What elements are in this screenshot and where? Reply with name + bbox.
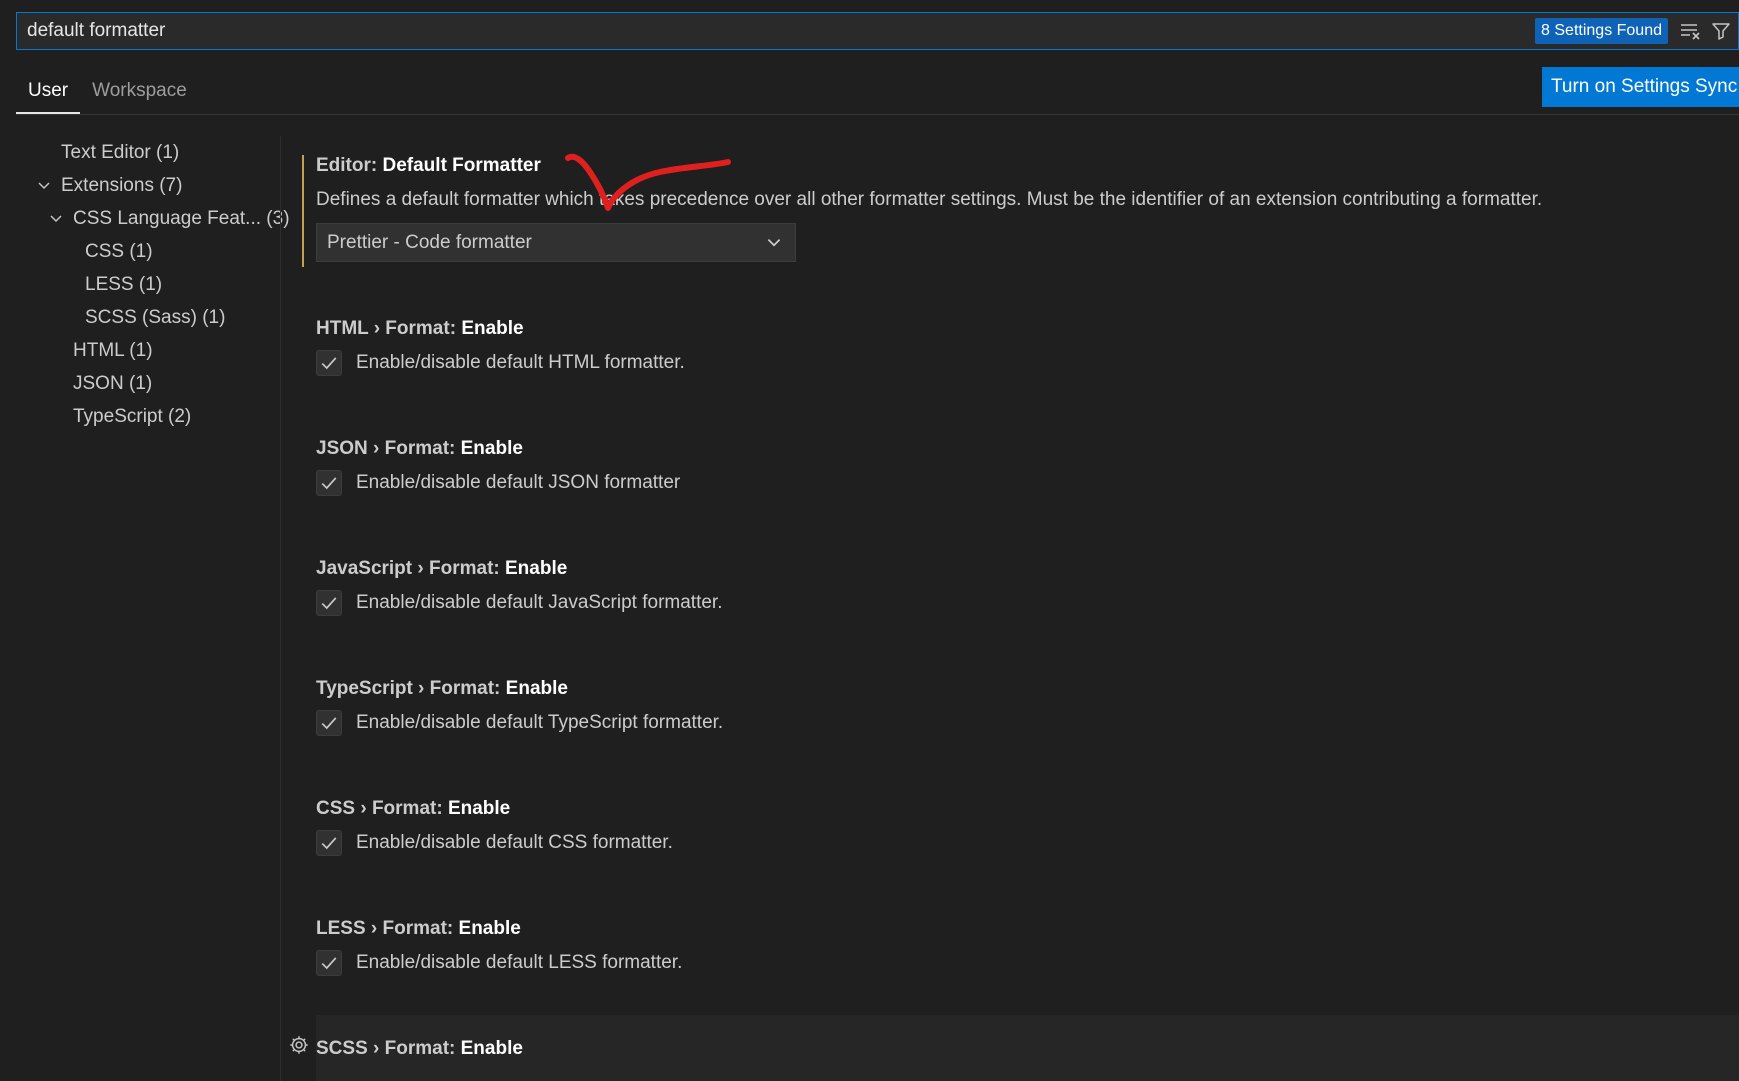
- setting-title: SCSS › Format: Enable: [316, 1038, 1739, 1060]
- toc-item-css-language-features[interactable]: CSS Language Feat... (3): [16, 202, 290, 235]
- select-value: Prettier - Code formatter: [327, 231, 532, 253]
- toc-item-label: Text Editor (1): [61, 142, 180, 163]
- setting-scss-format-enable: SCSS › Format: Enable: [316, 1038, 1739, 1060]
- setting-title: Editor: Default Formatter: [316, 155, 1739, 177]
- setting-title: JavaScript › Format: Enable: [316, 558, 1739, 580]
- toc-item-css[interactable]: CSS (1): [16, 235, 280, 268]
- results-count-badge: 8 Settings Found: [1535, 18, 1668, 44]
- search-input[interactable]: [17, 13, 1536, 49]
- setting-category: TypeScript › Format:: [316, 678, 506, 699]
- setting-key: Default Formatter: [382, 155, 541, 176]
- toc-divider: [280, 136, 281, 1081]
- toc-item-typescript[interactable]: TypeScript (2): [16, 400, 280, 433]
- chevron-down-icon: [767, 238, 781, 246]
- chevron-down-icon: [38, 182, 50, 190]
- toc-item-less[interactable]: LESS (1): [16, 268, 280, 301]
- setting-css-format-enable: CSS › Format: Enable Enable/disable defa…: [316, 798, 1739, 856]
- default-formatter-select[interactable]: Prettier - Code formatter: [316, 223, 796, 262]
- check-icon: [321, 717, 337, 730]
- toc-item-label: HTML (1): [73, 340, 153, 361]
- tabs-divider: [16, 114, 1739, 115]
- setting-description: Defines a default formatter which takes …: [316, 189, 1543, 210]
- checkbox-label: Enable/disable default LESS formatter.: [356, 952, 683, 973]
- setting-key: Enable: [458, 918, 521, 939]
- toc-item-label: JSON (1): [73, 373, 153, 394]
- setting-category: Editor:: [316, 155, 383, 176]
- setting-title: JSON › Format: Enable: [316, 438, 1739, 460]
- setting-key: Enable: [460, 438, 523, 459]
- checkbox[interactable]: [316, 710, 342, 736]
- toc-item-label: TypeScript (2): [73, 406, 192, 427]
- setting-key: Enable: [447, 798, 511, 819]
- clear-filter-icon[interactable]: [1678, 18, 1704, 44]
- setting-category: SCSS › Format:: [316, 1038, 461, 1059]
- setting-title: LESS › Format: Enable: [316, 918, 1739, 940]
- focus-indicator: [302, 155, 304, 267]
- toc-item-text-editor[interactable]: Text Editor (1): [16, 136, 280, 169]
- checkbox-label: Enable/disable default JSON formatter: [356, 472, 681, 493]
- toc-item-label: CSS (1): [85, 241, 153, 262]
- setting-title: HTML › Format: Enable: [316, 318, 1739, 340]
- toc-item-scss[interactable]: SCSS (Sass) (1): [16, 301, 280, 334]
- checkbox-row: Enable/disable default LESS formatter.: [316, 950, 1739, 976]
- tab-user[interactable]: User: [16, 70, 81, 114]
- setting-title: CSS › Format: Enable: [316, 798, 1739, 820]
- checkbox-label: Enable/disable default HTML formatter.: [356, 352, 685, 373]
- toc-item-label: CSS Language Feat... (3): [73, 208, 290, 229]
- tab-workspace[interactable]: Workspace: [80, 70, 199, 114]
- toc-item-label: Extensions (7): [61, 175, 183, 196]
- settings-scope-tabs: User Workspace: [16, 70, 199, 114]
- setting-category: HTML › Format:: [316, 318, 462, 339]
- setting-editor-default-formatter: Editor: Default Formatter Defines a defa…: [302, 155, 1739, 267]
- setting-key: Enable: [461, 318, 524, 339]
- checkbox-row: Enable/disable default CSS formatter.: [316, 830, 1739, 856]
- checkbox-label: Enable/disable default JavaScript format…: [356, 592, 723, 613]
- turn-on-settings-sync-button[interactable]: Turn on Settings Sync: [1542, 67, 1739, 107]
- checkbox-row: Enable/disable default JavaScript format…: [316, 590, 1739, 616]
- setting-category: CSS › Format:: [316, 798, 448, 819]
- check-icon: [321, 597, 337, 610]
- checkbox[interactable]: [316, 590, 342, 616]
- checkbox[interactable]: [316, 830, 342, 856]
- toc-item-label: LESS (1): [85, 274, 163, 295]
- setting-category: JavaScript › Format:: [316, 558, 505, 579]
- setting-html-format-enable: HTML › Format: Enable Enable/disable def…: [316, 318, 1739, 376]
- setting-less-format-enable: LESS › Format: Enable Enable/disable def…: [316, 918, 1739, 976]
- toc-item-extensions[interactable]: Extensions (7): [16, 169, 280, 202]
- setting-key: Enable: [505, 558, 568, 579]
- toc-item-json[interactable]: JSON (1): [16, 367, 280, 400]
- toc-item-label: SCSS (Sass) (1): [85, 307, 226, 328]
- gear-icon[interactable]: [288, 1034, 310, 1056]
- settings-toc: Text Editor (1) Extensions (7) CSS Langu…: [16, 136, 290, 433]
- check-icon: [321, 477, 337, 490]
- setting-title: TypeScript › Format: Enable: [316, 678, 1739, 700]
- check-icon: [321, 357, 337, 370]
- checkbox-label: Enable/disable default TypeScript format…: [356, 712, 724, 733]
- settings-search-box[interactable]: 8 Settings Found: [16, 12, 1739, 50]
- filter-icon[interactable]: [1708, 18, 1734, 44]
- checkbox[interactable]: [316, 950, 342, 976]
- chevron-down-icon: [50, 215, 62, 223]
- toc-item-html[interactable]: HTML (1): [16, 334, 280, 367]
- checkbox-label: Enable/disable default CSS formatter.: [356, 832, 673, 853]
- setting-category: LESS › Format:: [316, 918, 459, 939]
- checkbox-row: Enable/disable default TypeScript format…: [316, 710, 1739, 736]
- setting-typescript-format-enable: TypeScript › Format: Enable Enable/disab…: [316, 678, 1739, 736]
- checkbox[interactable]: [316, 350, 342, 376]
- setting-key: Enable: [460, 1038, 523, 1059]
- setting-javascript-format-enable: JavaScript › Format: Enable Enable/disab…: [316, 558, 1739, 616]
- setting-category: JSON › Format:: [316, 438, 461, 459]
- setting-json-format-enable: JSON › Format: Enable Enable/disable def…: [316, 438, 1739, 496]
- checkbox-row: Enable/disable default JSON formatter: [316, 470, 1739, 496]
- setting-key: Enable: [505, 678, 568, 699]
- check-icon: [321, 957, 337, 970]
- checkbox[interactable]: [316, 470, 342, 496]
- checkbox-row: Enable/disable default HTML formatter.: [316, 350, 1739, 376]
- check-icon: [321, 837, 337, 850]
